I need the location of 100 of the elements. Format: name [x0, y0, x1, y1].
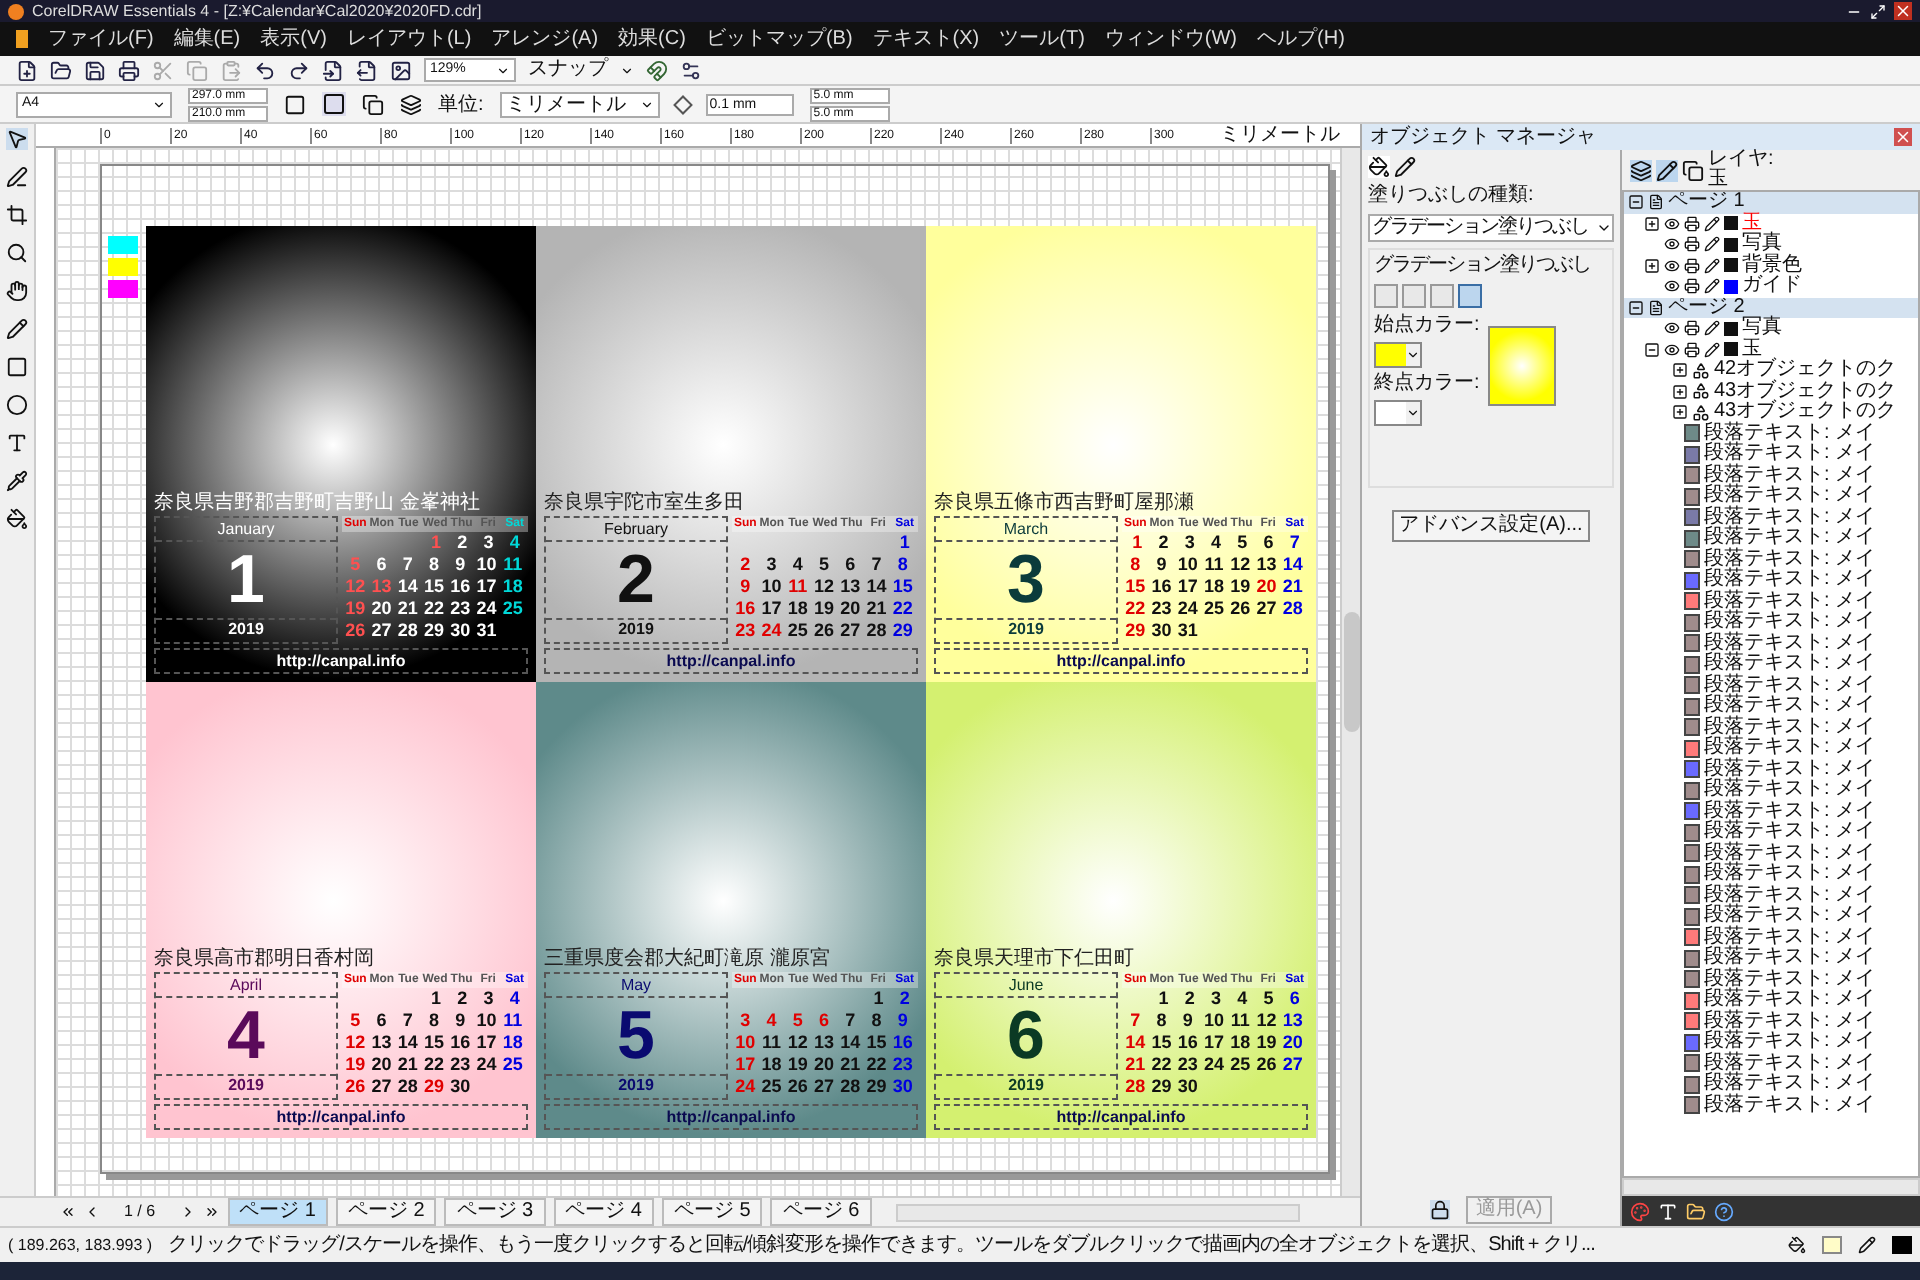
expand-icon[interactable] — [1644, 215, 1660, 232]
outline-tab-icon[interactable] — [1394, 156, 1416, 178]
maximize-icon[interactable] — [1870, 3, 1886, 19]
ellipse-tool-icon[interactable] — [6, 394, 28, 416]
lock-icon[interactable] — [1429, 1199, 1450, 1219]
calendar-url[interactable]: http://canpal.info — [544, 648, 918, 674]
tree-item[interactable]: 段落テキスト: メイ — [1704, 906, 1876, 927]
advanced-button[interactable]: アドバンス設定(A)... — [1391, 510, 1591, 542]
page-tab[interactable]: ページ 1 — [227, 1198, 328, 1226]
menu-item[interactable]: 効果(C) — [618, 27, 686, 51]
tree-item[interactable]: 段落テキスト: メイ — [1704, 759, 1876, 780]
units-dropdown[interactable]: ミリメートル — [499, 91, 660, 117]
menu-item[interactable]: レイアウト(L) — [346, 27, 472, 51]
eye-icon[interactable] — [1664, 257, 1680, 274]
fill-tab-icon[interactable] — [1368, 156, 1390, 178]
pencil-tool-icon[interactable] — [6, 318, 28, 340]
page-tab[interactable]: ページ 2 — [335, 1198, 437, 1226]
pencil-icon[interactable] — [1704, 236, 1720, 253]
tree-item[interactable]: 段落テキスト: メイ — [1704, 1032, 1876, 1053]
tree-item[interactable]: 段落テキスト: メイ — [1704, 423, 1876, 444]
new-file-icon[interactable] — [16, 59, 38, 81]
image-icon[interactable] — [390, 59, 412, 81]
tree-item[interactable]: 玉 — [1742, 213, 1762, 234]
hand-tool-icon[interactable] — [6, 280, 28, 302]
printer-icon[interactable] — [1684, 320, 1700, 337]
menu-item[interactable]: ツール(T) — [999, 27, 1085, 51]
eye-icon[interactable] — [1664, 320, 1680, 337]
tree-item[interactable]: 段落テキスト: メイ — [1704, 990, 1876, 1011]
menu-item[interactable]: アレンジ(A) — [491, 27, 599, 51]
pages-icon[interactable] — [1682, 159, 1704, 181]
tree-item[interactable]: 段落テキスト: メイ — [1704, 717, 1876, 738]
print-icon[interactable] — [118, 59, 140, 81]
eyedropper-tool-icon[interactable] — [6, 470, 28, 492]
snap-button[interactable]: スナップ — [528, 58, 608, 82]
menu-item[interactable]: 表示(V) — [260, 27, 327, 51]
all-pages-icon[interactable] — [362, 93, 384, 115]
tree-item[interactable]: 段落テキスト: メイ — [1704, 1011, 1876, 1032]
crop-tool-icon[interactable] — [6, 204, 28, 226]
export-icon[interactable] — [356, 59, 378, 81]
tree-item[interactable]: 写真 — [1742, 234, 1782, 255]
horizontal-scrollbar[interactable] — [895, 1203, 1300, 1221]
tree-item[interactable]: 段落テキスト: メイ — [1704, 780, 1876, 801]
redo-icon[interactable] — [288, 59, 310, 81]
previous-page-icon[interactable] — [84, 1204, 100, 1220]
page-tab[interactable]: ページ 4 — [553, 1198, 654, 1226]
eye-icon[interactable] — [1664, 236, 1680, 253]
tree-item[interactable]: 段落テキスト: メイ — [1704, 507, 1876, 528]
pencil-icon[interactable] — [1704, 215, 1720, 232]
tree-item[interactable]: 段落テキスト: メイ — [1704, 465, 1876, 486]
current-page-icon[interactable] — [400, 93, 422, 115]
text-icon[interactable] — [1658, 1201, 1678, 1221]
tree-item[interactable]: 段落テキスト: メイ — [1704, 675, 1876, 696]
palette-icon[interactable] — [1630, 1201, 1650, 1221]
save-icon[interactable] — [84, 59, 106, 81]
tree-item[interactable]: 段落テキスト: メイ — [1704, 885, 1876, 906]
eye-icon[interactable] — [1664, 215, 1680, 232]
tree-item[interactable]: 段落テキスト: メイ — [1704, 591, 1876, 612]
start-color-picker[interactable] — [1374, 342, 1422, 368]
tree-item[interactable]: 段落テキスト: メイ — [1704, 486, 1876, 507]
tree-item[interactable]: 段落テキスト: メイ — [1704, 444, 1876, 465]
shape-tool-icon[interactable] — [6, 166, 28, 188]
calendar-url[interactable]: http://canpal.info — [154, 1104, 528, 1130]
close-icon[interactable] — [1894, 128, 1912, 146]
calendar-url[interactable]: http://canpal.info — [934, 648, 1308, 674]
menu-item[interactable]: テキスト(X) — [872, 27, 980, 51]
expand-icon[interactable] — [1644, 257, 1660, 274]
tree-item[interactable]: 段落テキスト: メイ — [1704, 549, 1876, 570]
tree-item[interactable]: 段落テキスト: メイ — [1704, 570, 1876, 591]
tree-item[interactable]: 段落テキスト: メイ — [1704, 1095, 1876, 1116]
vertical-scrollbar[interactable] — [1340, 148, 1360, 1196]
tree-item[interactable]: 段落テキスト: メイ — [1704, 927, 1876, 948]
menu-item[interactable]: ヘルプ(H) — [1257, 27, 1345, 51]
landscape-icon[interactable] — [322, 92, 346, 116]
first-page-icon[interactable] — [60, 1204, 76, 1220]
printer-icon[interactable] — [1684, 257, 1700, 274]
tree-item[interactable]: 段落テキスト: メイ — [1704, 1053, 1876, 1074]
pencil-icon[interactable] — [1704, 341, 1720, 358]
menu-item[interactable]: ウィンドウ(W) — [1104, 27, 1238, 51]
tree-item[interactable]: 43オブジェクトのク — [1714, 381, 1897, 402]
expand-icon[interactable] — [1672, 404, 1688, 421]
page-tab[interactable]: ページ 5 — [661, 1198, 763, 1226]
undo-icon[interactable] — [254, 59, 276, 81]
tree-item[interactable]: 段落テキスト: メイ — [1704, 1074, 1876, 1095]
printer-icon[interactable] — [1684, 278, 1700, 295]
tree-item[interactable]: 段落テキスト: メイ — [1704, 948, 1876, 969]
pencil-icon[interactable] — [1704, 320, 1720, 337]
magnet-icon[interactable] — [646, 59, 668, 81]
tree-item[interactable]: 写真 — [1742, 318, 1782, 339]
rectangle-tool-icon[interactable] — [6, 356, 28, 378]
tree-item[interactable]: 43オブジェクトのク — [1714, 402, 1897, 423]
options-icon[interactable] — [680, 59, 702, 81]
eye-icon[interactable] — [1664, 341, 1680, 358]
tree-item[interactable]: 段落テキスト: メイ — [1704, 528, 1876, 549]
expand-icon[interactable] — [1672, 383, 1688, 400]
portrait-icon[interactable] — [284, 93, 306, 115]
tree-item[interactable]: 玉 — [1742, 339, 1762, 360]
calendar-url[interactable]: http://canpal.info — [934, 1104, 1308, 1130]
expand-icon[interactable] — [1672, 362, 1688, 379]
tree-item[interactable]: 段落テキスト: メイ — [1704, 822, 1876, 843]
tree-item[interactable]: 42オブジェクトのク — [1714, 360, 1897, 381]
